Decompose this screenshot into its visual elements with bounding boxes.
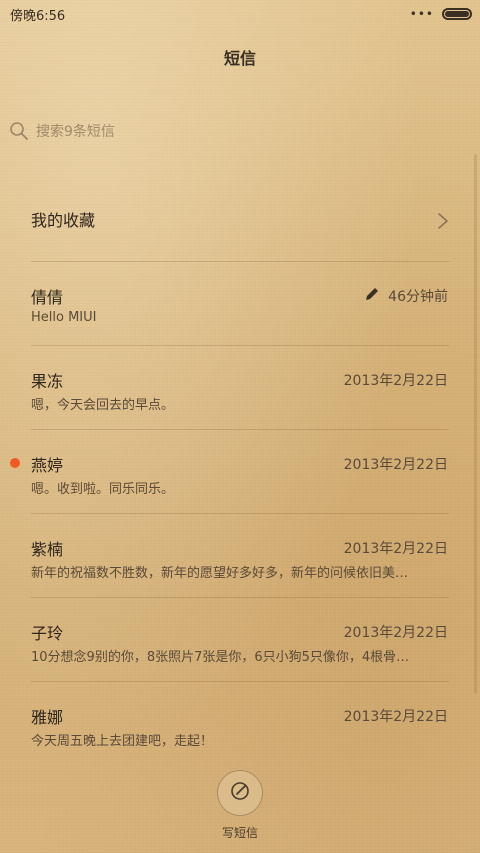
message-time: 2013年2月22日: [343, 709, 448, 725]
battery-icon: [442, 8, 472, 20]
contact-name: 燕婷: [31, 456, 64, 475]
contact-name: 雅娜: [31, 708, 64, 727]
message-preview: 今天周五晚上去团建吧，走起！: [31, 734, 214, 749]
contact-name: 紫楠: [31, 540, 64, 559]
search-bar[interactable]: 搜索9条短信: [8, 114, 448, 148]
contact-name: 子玲: [31, 624, 64, 643]
message-time: 2013年2月22日: [343, 457, 448, 473]
message-preview: Hello MIUI: [31, 310, 97, 325]
search-input[interactable]: 搜索9条短信: [36, 121, 115, 141]
message-time: 2013年2月22日: [343, 373, 448, 389]
contact-name: 倩倩: [31, 288, 64, 307]
battery-fill: [445, 11, 469, 17]
search-icon: [8, 120, 30, 142]
status-bar: 傍晚6:56 •••: [0, 0, 480, 28]
chevron-right-icon: [436, 212, 450, 229]
unread-dot-icon: [10, 458, 20, 468]
compose-pencil-icon: [228, 779, 252, 807]
message-preview: 新年的祝福数不胜数，新年的愿望好多好多，新年的问候依旧美…: [31, 566, 409, 581]
contact-name: 果冻: [31, 372, 64, 391]
list-item[interactable]: 燕婷 2013年2月22日 嗯。收到啦。同乐同乐。: [0, 430, 480, 514]
list-item[interactable]: 倩倩 46分钟前 Hello MIUI: [0, 262, 480, 346]
list-item[interactable]: 子玲 2013年2月22日 10分想念9别的你，8张照片7张是你，6只小狗5只像…: [0, 598, 480, 682]
compose-button[interactable]: [217, 770, 263, 816]
list-item[interactable]: 紫楠 2013年2月22日 新年的祝福数不胜数，新年的愿望好多好多，新年的问候依…: [0, 514, 480, 598]
list-item[interactable]: 雅娜 2013年2月22日 今天周五晚上去团建吧，走起！: [0, 682, 480, 766]
signal-dots-icon: •••: [409, 7, 434, 21]
title-bar: 短信: [0, 40, 480, 74]
status-time: 傍晚6:56: [10, 8, 66, 24]
compose-label: 写短信: [221, 826, 258, 840]
page-title: 短信: [223, 49, 256, 68]
time-group: 46分钟前: [364, 286, 448, 306]
message-time: 2013年2月22日: [343, 541, 448, 557]
favorites-item[interactable]: 我的收藏: [0, 176, 480, 262]
message-preview: 嗯，今天会回去的早点。: [31, 398, 175, 413]
draft-pencil-icon: [364, 286, 380, 306]
message-preview: 嗯。收到啦。同乐同乐。: [31, 482, 175, 497]
compose-area: 写短信: [0, 770, 480, 850]
message-preview: 10分想念9别的你，8张照片7张是你，6只小狗5只像你，4根骨…: [31, 650, 410, 665]
favorites-label: 我的收藏: [31, 211, 96, 230]
status-icons: •••: [410, 8, 472, 20]
message-time: 2013年2月22日: [343, 625, 448, 641]
message-time: 46分钟前: [388, 289, 448, 305]
list-item[interactable]: 果冻 2013年2月22日 嗯，今天会回去的早点。: [0, 346, 480, 430]
